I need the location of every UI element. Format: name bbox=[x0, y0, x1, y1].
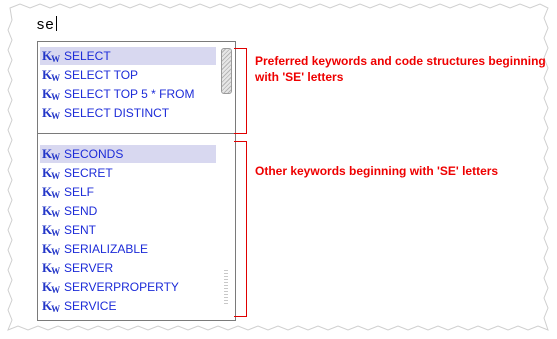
suggestion-label: SENT bbox=[64, 223, 97, 237]
autocomplete-popup[interactable]: KW SELECT KW SELECT TOP KW SELECT TOP 5 * F… bbox=[37, 41, 236, 321]
suggestion-label: SELECT bbox=[64, 49, 111, 63]
keyword-icon: KW bbox=[42, 184, 60, 200]
typed-text: se bbox=[36, 17, 55, 34]
scrollbar[interactable] bbox=[218, 42, 234, 320]
keyword-icon: KW bbox=[42, 146, 60, 162]
scrollbar-thumb[interactable] bbox=[221, 48, 232, 94]
suggestion-label: SELECT DISTINCT bbox=[64, 106, 170, 120]
resize-grip[interactable] bbox=[224, 270, 228, 304]
keyword-icon: KW bbox=[42, 67, 60, 83]
suggestion-item[interactable]: KW SELECT TOP 5 * FROM bbox=[40, 85, 216, 103]
suggestion-item[interactable]: KW SELECT bbox=[40, 47, 216, 65]
keyword-icon: KW bbox=[42, 165, 60, 181]
keyword-icon: KW bbox=[42, 241, 60, 257]
keyword-icon: KW bbox=[42, 48, 60, 64]
suggestion-item[interactable]: KW SERIALIZABLE bbox=[40, 240, 216, 258]
keyword-icon: KW bbox=[42, 105, 60, 121]
suggestion-item[interactable]: KW SECONDS bbox=[40, 145, 216, 163]
suggestion-label: SELECT TOP 5 * FROM bbox=[64, 87, 195, 101]
suggestion-item[interactable]: KW SERVICE bbox=[40, 297, 216, 315]
suggestion-item[interactable]: KW SELECT DISTINCT bbox=[40, 104, 216, 122]
suggestion-label: SECRET bbox=[64, 166, 113, 180]
suggestion-item[interactable]: KW SECRET bbox=[40, 164, 216, 182]
suggestion-label: SECONDS bbox=[64, 147, 124, 161]
suggestion-item[interactable]: KW SELF bbox=[40, 183, 216, 201]
keyword-icon: KW bbox=[42, 222, 60, 238]
editor-text[interactable]: se bbox=[36, 16, 58, 34]
suggestion-label: SERVERPROPERTY bbox=[64, 280, 179, 294]
suggestion-item[interactable]: KW SEND bbox=[40, 202, 216, 220]
other-annotation: Other keywords beginning with 'SE' lette… bbox=[255, 164, 499, 178]
suggestion-label: SERVICE bbox=[64, 299, 117, 313]
keyword-icon: KW bbox=[42, 260, 60, 276]
suggestion-label: SEND bbox=[64, 204, 98, 218]
keyword-icon: KW bbox=[42, 279, 60, 295]
suggestion-label: SELECT TOP bbox=[64, 68, 139, 82]
suggestion-label: SERVER bbox=[64, 261, 114, 275]
keyword-icon: KW bbox=[42, 203, 60, 219]
preferred-annotation: Preferred keywords and code structures b… bbox=[255, 54, 546, 84]
section-divider bbox=[38, 133, 235, 134]
preferred-bracket bbox=[234, 48, 247, 134]
suggestion-label: SERIALIZABLE bbox=[64, 242, 149, 256]
suggestion-item[interactable]: KW SELECT TOP bbox=[40, 66, 216, 84]
keyword-icon: KW bbox=[42, 298, 60, 314]
suggestion-label: SELF bbox=[64, 185, 95, 199]
other-bracket bbox=[234, 141, 247, 317]
suggestion-item[interactable]: KW SENT bbox=[40, 221, 216, 239]
text-caret bbox=[56, 16, 58, 31]
keyword-icon: KW bbox=[42, 86, 60, 102]
suggestion-item[interactable]: KW SERVERPROPERTY bbox=[40, 278, 216, 296]
suggestion-item[interactable]: KW SERVER bbox=[40, 259, 216, 277]
